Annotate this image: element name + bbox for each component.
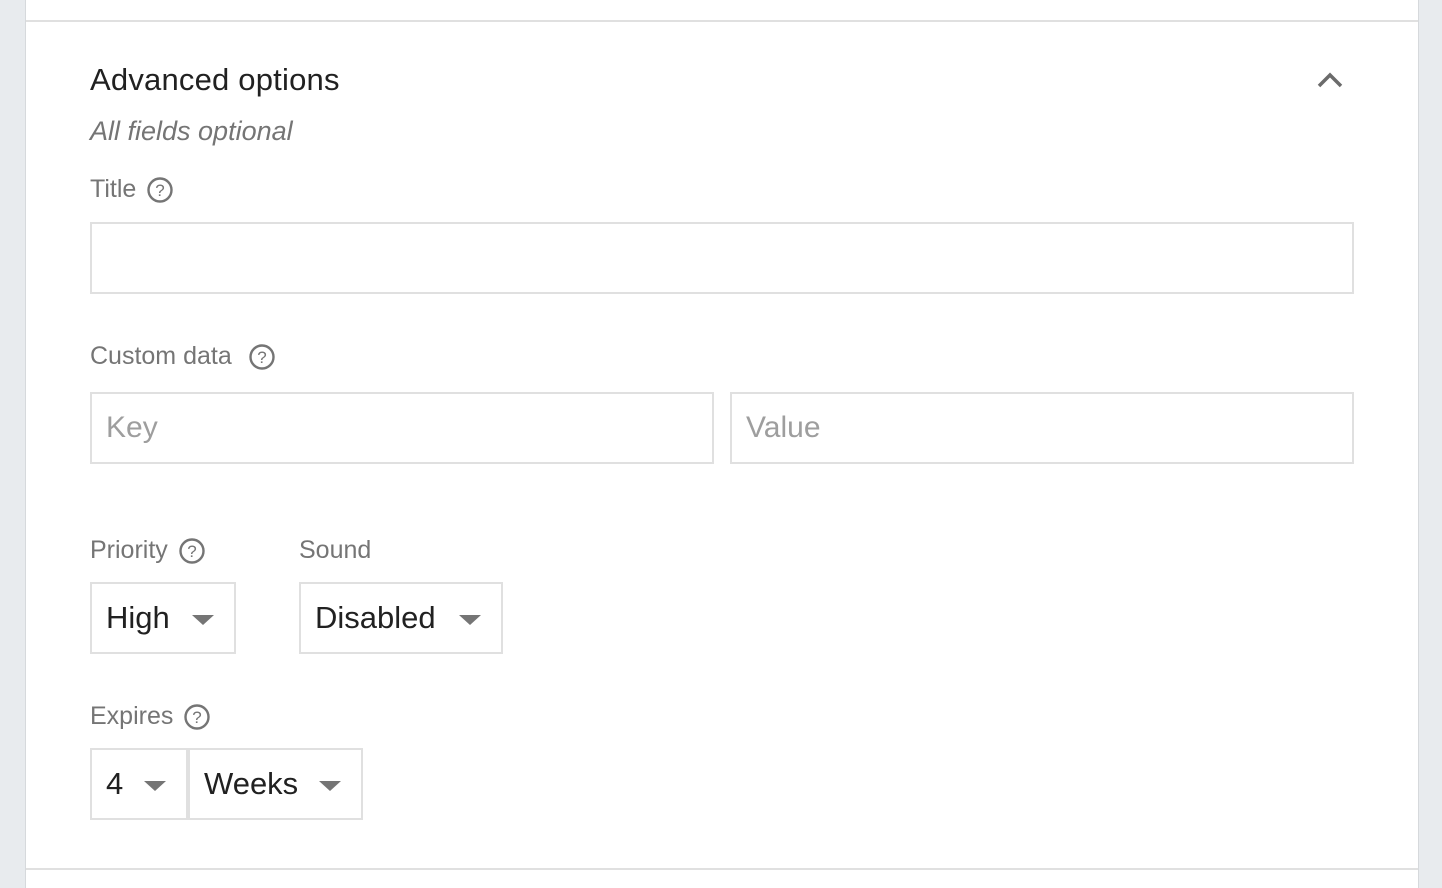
dropdown-arrow-icon xyxy=(144,781,166,791)
priority-select[interactable]: High xyxy=(90,582,236,654)
expires-amount-value: 4 xyxy=(106,766,124,801)
dropdown-arrow-icon xyxy=(192,615,214,625)
svg-text:?: ? xyxy=(156,181,165,200)
title-label: Title xyxy=(90,175,137,203)
svg-text:?: ? xyxy=(257,348,266,367)
top-divider xyxy=(26,20,1418,22)
priority-selected-value: High xyxy=(106,600,170,635)
custom-data-label: Custom data xyxy=(90,342,232,370)
title-input[interactable] xyxy=(90,222,1354,294)
custom-data-key-input[interactable] xyxy=(90,392,714,464)
sound-selected-value: Disabled xyxy=(315,600,436,635)
section-title: Advanced options xyxy=(90,62,340,97)
help-circle-icon[interactable]: ? xyxy=(248,343,276,371)
priority-label-row: Priority ? xyxy=(90,536,206,565)
section-subtitle: All fields optional xyxy=(90,116,293,146)
bottom-divider xyxy=(26,868,1418,870)
help-circle-icon[interactable]: ? xyxy=(146,176,174,204)
dropdown-arrow-icon xyxy=(319,781,341,791)
expires-unit-value: Weeks xyxy=(204,766,299,801)
expires-label-row: Expires ? xyxy=(90,702,211,731)
custom-data-value-input[interactable] xyxy=(730,392,1354,464)
expires-label: Expires xyxy=(90,702,174,730)
sound-label: Sound xyxy=(299,536,372,564)
collapse-button[interactable] xyxy=(1312,62,1348,98)
expires-unit-select[interactable]: Weeks xyxy=(188,748,363,820)
svg-text:?: ? xyxy=(187,542,196,561)
dropdown-arrow-icon xyxy=(459,615,481,625)
custom-data-label-row: Custom data ? xyxy=(90,342,276,371)
expires-amount-select[interactable]: 4 xyxy=(90,748,188,820)
title-label-row: Title ? xyxy=(90,175,174,204)
svg-text:?: ? xyxy=(193,708,202,727)
sound-select[interactable]: Disabled xyxy=(299,582,503,654)
help-circle-icon[interactable]: ? xyxy=(178,537,206,565)
advanced-options-card: Advanced options All fields optional Tit… xyxy=(26,0,1418,888)
sound-label-row: Sound xyxy=(299,536,371,565)
chevron-up-icon xyxy=(1317,72,1343,88)
help-circle-icon[interactable]: ? xyxy=(183,703,211,731)
priority-label: Priority xyxy=(90,536,168,564)
